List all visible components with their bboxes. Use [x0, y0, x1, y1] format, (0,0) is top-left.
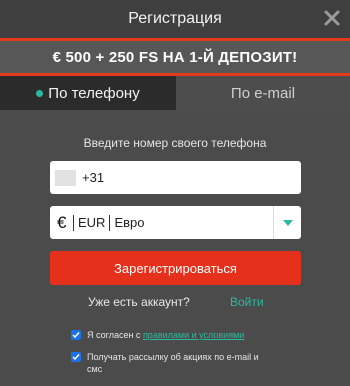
- newsletter-text: Получать рассылку об акциях по e-mail и с…: [87, 351, 259, 375]
- currency-code: EUR: [78, 215, 106, 230]
- have-account-text: Уже есть аккаунт?: [88, 295, 190, 309]
- checkmark-icon: [72, 354, 80, 361]
- terms-checkbox-row: Я согласен с правилами и условиями: [71, 329, 244, 341]
- phone-value: +31: [82, 170, 105, 185]
- tab-email[interactable]: По e-mail: [176, 76, 350, 110]
- currency-divider: [73, 214, 74, 231]
- terms-checkbox[interactable]: [71, 330, 81, 340]
- modal-title: Регистрация: [128, 10, 222, 27]
- newsletter-line-1: Получать рассылку об акциях по e-mail и: [87, 352, 259, 362]
- country-flag-icon[interactable]: [55, 169, 76, 186]
- register-button[interactable]: Зарегистрироваться: [50, 251, 301, 285]
- currency-select[interactable]: € EUR Евро: [50, 206, 301, 239]
- terms-prefix: Я согласен с: [87, 330, 143, 340]
- modal-header: Регистрация: [0, 0, 350, 38]
- checkmark-icon: [72, 332, 80, 339]
- dropdown-toggle[interactable]: [273, 206, 301, 239]
- active-dot-icon: [36, 89, 44, 97]
- newsletter-checkbox-row: Получать рассылку об акциях по e-mail и с…: [71, 351, 259, 375]
- newsletter-line-2: смс: [87, 364, 103, 374]
- euro-icon: €: [57, 212, 67, 232]
- close-icon[interactable]: [322, 8, 342, 28]
- currency-divider-2: [109, 214, 111, 231]
- login-prompt: Уже есть аккаунт? Войти: [0, 295, 350, 311]
- tab-phone[interactable]: По телефону: [0, 76, 176, 110]
- promo-banner: € 500 + 250 FS НА 1-Й ДЕПОЗИТ!: [0, 41, 350, 73]
- tab-phone-label: По телефону: [48, 84, 140, 102]
- tab-email-label: По e-mail: [230, 84, 296, 102]
- phone-field[interactable]: +31: [50, 161, 301, 194]
- terms-link[interactable]: правилами и условиями: [143, 330, 244, 340]
- newsletter-checkbox[interactable]: [71, 352, 81, 362]
- registration-tabs: По телефону По e-mail: [0, 76, 350, 110]
- phone-instruction: Введите номер своего телефона: [83, 136, 267, 150]
- close-icon-glyph: [324, 10, 340, 26]
- chevron-down-icon: [282, 219, 293, 226]
- terms-text: Я согласен с правилами и условиями: [87, 329, 244, 341]
- login-link[interactable]: Войти: [230, 295, 264, 309]
- currency-name: Евро: [114, 215, 145, 230]
